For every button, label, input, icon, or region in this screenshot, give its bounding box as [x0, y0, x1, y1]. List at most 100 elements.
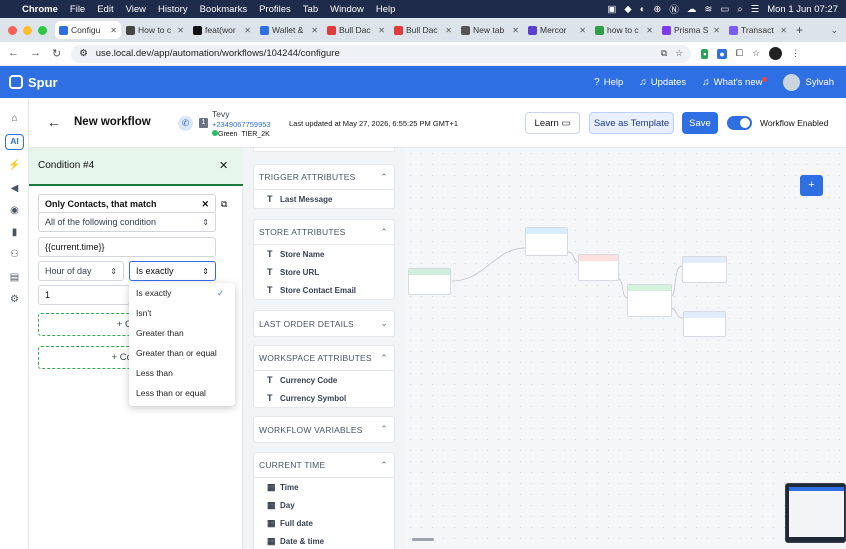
zoom-window-icon[interactable]	[38, 25, 47, 35]
close-icon[interactable]: ✕	[219, 159, 228, 172]
browser-tab[interactable]: How to c ✕	[122, 21, 188, 39]
section-header[interactable]: STORE ATTRIBUTES ⌃	[254, 220, 394, 245]
control-center-icon[interactable]: ☰	[751, 4, 760, 15]
browser-tab[interactable]: Wallet & ✕	[256, 21, 322, 39]
menu-edit[interactable]: Edit	[97, 4, 113, 15]
bookmarks-icon[interactable]: ☆	[752, 48, 760, 59]
menu-bookmarks[interactable]: Bookmarks	[200, 4, 248, 15]
operator-option[interactable]: Isn't	[136, 308, 151, 318]
automation-bolt-icon[interactable]: ⚡	[0, 160, 29, 171]
copy-icon[interactable]: ⧉	[221, 199, 227, 210]
broadcast-icon[interactable]: ◀	[0, 183, 29, 194]
spur-logo[interactable]: Spur	[9, 75, 58, 90]
menu-window[interactable]: Window	[330, 4, 364, 15]
attribute-item[interactable]: T Store Contact Email	[254, 281, 394, 299]
attribute-item[interactable]: ▦ Day	[254, 496, 394, 514]
forward-icon[interactable]: →	[30, 47, 41, 60]
close-tab-icon[interactable]: ✕	[311, 26, 318, 35]
minimize-window-icon[interactable]	[23, 25, 32, 35]
operator-option[interactable]: Greater than or equal	[136, 348, 217, 358]
workflow-node[interactable]	[525, 227, 568, 256]
menu-tab[interactable]: Tab	[303, 4, 318, 15]
browser-menu-icon[interactable]: ⋮	[791, 48, 800, 59]
new-tab-button[interactable]: +	[796, 23, 803, 37]
chat-icon[interactable]: ◉	[0, 205, 29, 216]
section-header[interactable]: TRIGGER ATTRIBUTES ⌃	[254, 165, 394, 190]
help-link[interactable]: ? Help	[594, 77, 623, 88]
save-button[interactable]: Save	[682, 112, 718, 134]
browser-tab[interactable]: Configu ✕	[55, 21, 121, 39]
workflow-node[interactable]	[627, 284, 672, 317]
close-tab-icon[interactable]: ✕	[445, 26, 452, 35]
workflow-node[interactable]	[578, 254, 619, 281]
browser-tab[interactable]: feat(wor ✕	[189, 21, 255, 39]
close-tab-icon[interactable]: ✕	[110, 26, 117, 35]
time-unit-select[interactable]: Hour of day ⇕	[38, 261, 124, 281]
home-icon[interactable]: ⌂	[0, 113, 29, 124]
clear-icon[interactable]: ✕	[201, 199, 209, 210]
operator-option[interactable]: Is exactly	[136, 288, 171, 298]
close-tab-icon[interactable]: ✕	[646, 26, 653, 35]
menu-file[interactable]: File	[70, 4, 85, 15]
close-tab-icon[interactable]: ✕	[244, 26, 251, 35]
status-icon[interactable]: Ⓝ	[669, 2, 679, 16]
attribute-item[interactable]: T Store URL	[254, 263, 394, 281]
close-tab-icon[interactable]: ✕	[378, 26, 385, 35]
section-header[interactable]: WORKSPACE ATTRIBUTES ⌃	[254, 346, 394, 371]
extensions-puzzle-icon[interactable]: ⧠	[736, 48, 743, 59]
learn-button[interactable]: Learn ▭	[525, 112, 580, 134]
reload-icon[interactable]: ↻	[52, 47, 61, 60]
store-icon[interactable]: ▤	[0, 272, 29, 283]
tab-search-icon[interactable]: ⌄	[830, 25, 838, 36]
bookmark-star-icon[interactable]: ☆	[675, 48, 683, 59]
updates-link[interactable]: ♫ Updates	[639, 77, 686, 88]
add-node-button[interactable]: +	[800, 175, 823, 196]
operator-option[interactable]: Less than or equal	[136, 388, 206, 398]
cloud-icon[interactable]: ☁	[687, 4, 697, 15]
status-icon[interactable]: ◆	[624, 4, 631, 15]
site-info-icon[interactable]: ⚙	[79, 48, 88, 59]
contact-phone[interactable]: +2349067759953	[212, 120, 271, 129]
menu-profiles[interactable]: Profiles	[259, 4, 291, 15]
close-tab-icon[interactable]: ✕	[177, 26, 184, 35]
status-icon[interactable]: ▣	[607, 4, 616, 15]
menu-view[interactable]: View	[126, 4, 146, 15]
browser-tab[interactable]: how to c ✕	[591, 21, 657, 39]
workflow-title[interactable]: New workflow	[74, 116, 151, 128]
menu-history[interactable]: History	[158, 4, 188, 15]
screen-recording-thumbnail[interactable]	[785, 483, 846, 543]
ai-icon[interactable]: AI	[5, 134, 24, 150]
close-window-icon[interactable]	[8, 25, 17, 35]
close-tab-icon[interactable]: ✕	[579, 26, 586, 35]
workflow-node[interactable]	[683, 311, 726, 337]
browser-tab[interactable]: Transact ✕	[725, 21, 791, 39]
analytics-icon[interactable]: ▮	[0, 227, 29, 238]
section-header[interactable]: LAST ORDER DETAILS ⌄	[254, 311, 394, 336]
wifi-icon[interactable]: ≋	[704, 4, 712, 15]
browser-tab[interactable]: Mercor ✕	[524, 21, 590, 39]
contacts-icon[interactable]: ⚇	[0, 249, 29, 260]
canvas-scrollbar[interactable]	[412, 538, 434, 541]
attribute-item[interactable]: T Currency Symbol	[254, 389, 394, 407]
extension-icon[interactable]: ▪	[701, 48, 709, 59]
browser-tab[interactable]: Bull Dac ✕	[390, 21, 456, 39]
cast-icon[interactable]: ⧉	[661, 48, 667, 59]
browser-tab[interactable]: Bull Dac ✕	[323, 21, 389, 39]
section-header[interactable]: WORKFLOW VARIABLES ⌃	[254, 417, 394, 442]
attribute-item[interactable]: ▦ Full date	[254, 514, 394, 532]
match-type-select[interactable]: All of the following condition ⇕	[38, 212, 216, 232]
value-input[interactable]: 1	[38, 285, 130, 305]
close-tab-icon[interactable]: ✕	[713, 26, 720, 35]
close-tab-icon[interactable]: ✕	[780, 26, 787, 35]
menu-help[interactable]: Help	[376, 4, 396, 15]
attribute-item[interactable]: T Last Message	[254, 190, 394, 208]
workflow-node[interactable]	[408, 268, 451, 295]
close-tab-icon[interactable]: ✕	[512, 26, 519, 35]
profile-avatar[interactable]	[769, 47, 783, 60]
settings-gear-icon[interactable]: ⚙	[0, 294, 29, 305]
attribute-item[interactable]: T Store Name	[254, 245, 394, 263]
battery-icon[interactable]: ▭	[720, 4, 729, 15]
browser-tab[interactable]: Prisma S ✕	[658, 21, 724, 39]
section-header[interactable]: CURRENT TIME ⌃	[254, 453, 394, 478]
user-menu[interactable]: Sylvah	[783, 73, 834, 91]
